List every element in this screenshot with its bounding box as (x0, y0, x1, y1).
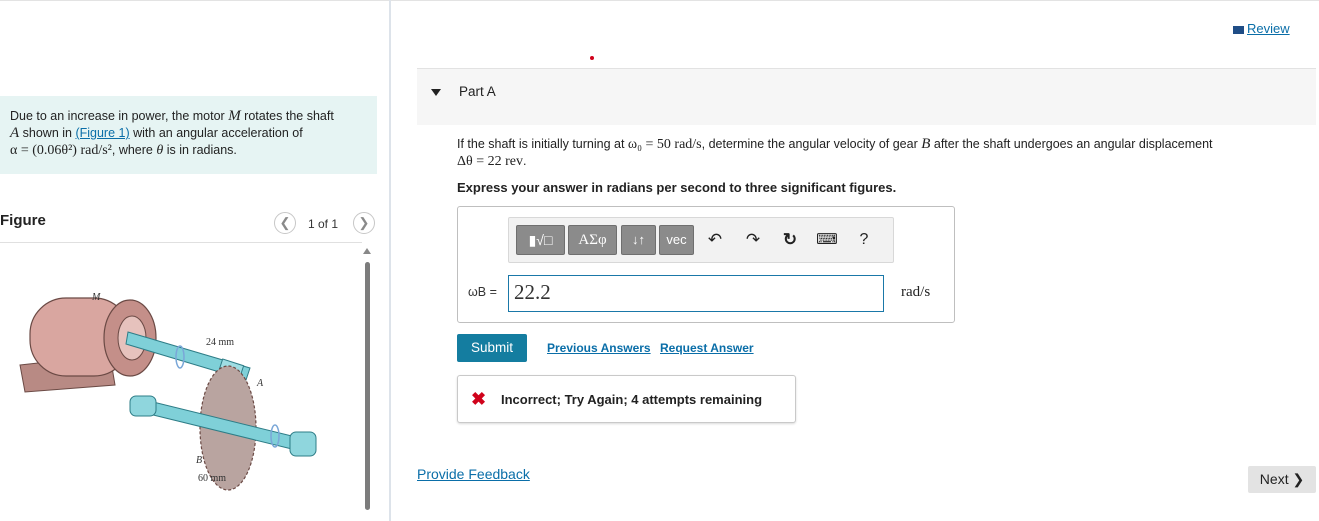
question-part: If the shaft is initially turning at (457, 137, 628, 151)
help-icon[interactable]: ? (853, 229, 875, 251)
review-label: Review (1247, 21, 1290, 36)
previous-answers-link[interactable]: Previous Answers (547, 341, 651, 355)
feedback-message: Incorrect; Try Again; 4 attempts remaini… (501, 392, 763, 407)
figure-scrollbar[interactable] (365, 262, 370, 510)
scroll-up-arrow[interactable] (363, 248, 371, 254)
panel-divider (389, 0, 391, 521)
vec-button[interactable]: vec (659, 225, 694, 255)
chevron-right-icon: ❯ (358, 215, 370, 230)
top-border (0, 0, 1319, 1)
question-text: If the shaft is initially turning at ω₀ … (457, 136, 1307, 170)
answer-label: ωB = (468, 285, 497, 299)
gear-variable: B (921, 136, 931, 152)
answer-input[interactable]: 22.2 (508, 275, 884, 312)
templates-button[interactable]: ▮√□ (516, 225, 565, 255)
keyboard-icon[interactable]: ⌨ (815, 229, 839, 251)
undo-icon[interactable]: ↶ (704, 229, 726, 251)
figure-separator (0, 242, 362, 243)
motor-variable: M (228, 108, 241, 124)
symbols-button[interactable]: ΑΣφ (568, 225, 617, 255)
label-shaft: A (256, 378, 264, 389)
next-figure-button[interactable]: ❯ (353, 212, 375, 234)
error-x-icon: ✖ (471, 389, 487, 409)
shaft-variable: A (10, 125, 20, 141)
reset-icon[interactable]: ↻ (779, 229, 801, 251)
status-dot (590, 56, 594, 60)
previous-figure-button[interactable]: ❮ (274, 212, 296, 234)
problem-text: with an angular acceleration of (129, 126, 303, 140)
problem-text: is in radians. (163, 143, 237, 157)
omega0-value: ω₀ = 50 rad/s (627, 137, 702, 152)
label-dim-a: 24 mm (206, 337, 234, 348)
next-button[interactable]: Next ❯ (1248, 466, 1316, 493)
problem-text: rotates the shaft (240, 109, 334, 123)
book-icon (1233, 25, 1244, 34)
label-gear: B (196, 455, 202, 466)
label-dim-b: 60 mm (198, 473, 226, 484)
label-motor: M (91, 292, 101, 303)
review-link[interactable]: Review (1233, 21, 1290, 36)
provide-feedback-link[interactable]: Provide Feedback (417, 466, 530, 482)
problem-text: , where (111, 143, 157, 157)
problem-text: Due to an increase in power, the motor (10, 109, 229, 123)
figure-title: Figure (0, 212, 46, 229)
acceleration-formula: α = (0.06θ²) rad/s² (10, 143, 112, 158)
bearing-right (289, 431, 317, 457)
bearing-left (129, 395, 157, 417)
question-part: . (522, 154, 527, 168)
arrows-button[interactable]: ↓↑ (621, 225, 656, 255)
displacement-value: Δθ = 22 rev (457, 154, 523, 169)
part-a-header[interactable] (417, 69, 1316, 125)
submit-button[interactable]: Submit (457, 334, 527, 362)
figure-image: M 24 mm A B 60 mm (19, 292, 317, 491)
redo-icon[interactable]: ↷ (742, 229, 764, 251)
problem-statement: Due to an increase in power, the motor M… (0, 96, 377, 174)
caret-down-icon[interactable] (431, 89, 441, 96)
request-answer-link[interactable]: Request Answer (660, 341, 754, 355)
question-part: , determine the angular velocity of gear (701, 137, 922, 151)
problem-text: shown in (19, 126, 76, 140)
part-a-label: Part A (459, 84, 496, 99)
answer-unit: rad/s (901, 284, 931, 300)
chevron-left-icon: ❮ (279, 215, 291, 230)
question-part: after the shaft undergoes an angular dis… (930, 137, 1213, 151)
figure-pager: 1 of 1 (308, 217, 339, 231)
instruction-text: Express your answer in radians per secon… (457, 180, 897, 195)
figure-link[interactable]: (Figure 1) (75, 126, 129, 140)
